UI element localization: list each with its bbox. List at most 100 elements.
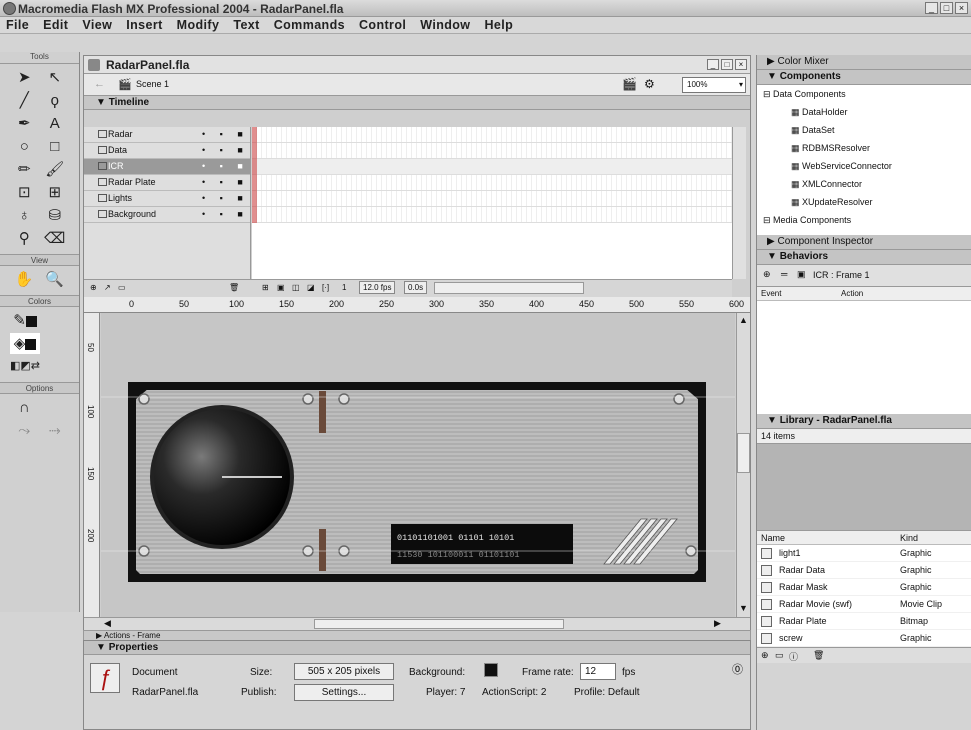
stage-hscroll[interactable]: ◀ ▶ [84,617,750,630]
library-item[interactable]: Radar Plate Bitmap [757,613,971,630]
menu-window[interactable]: Window [420,17,470,33]
frame-rate-input[interactable]: 12 [580,663,616,680]
straighten-icon[interactable]: ⤑ [41,420,70,441]
stage-area[interactable]: 01101101001 01101 10101 11530 101100011 … [101,313,735,618]
library-col-kind[interactable]: Kind [900,533,918,543]
menu-commands[interactable]: Commands [274,17,345,33]
expand-icon[interactable]: ⊟ [763,215,773,225]
hand-tool-icon[interactable]: ✋ [10,269,39,290]
edit-symbols-icon[interactable]: ⚙ [644,77,655,91]
expand-icon[interactable]: ⊟ [763,89,773,99]
timeline-scrollbar[interactable] [732,127,746,279]
layer-row[interactable]: Background • ▪ ■ [84,207,250,223]
doc-minimize-button[interactable]: _ [707,59,719,70]
pen-tool-icon[interactable]: ✒ [10,113,39,134]
center-frame-icon[interactable]: ⊞ [262,283,269,292]
properties-icon[interactable]: ⓘ [789,650,798,663]
pencil-tool-icon[interactable]: ✏ [10,159,39,180]
frame-grid[interactable] [252,127,732,279]
layer-visibility-lock[interactable]: • ▪ ■ [202,207,249,222]
layer-visibility-lock[interactable]: • ▪ ■ [202,127,249,142]
menu-insert[interactable]: Insert [126,17,162,33]
new-folder-icon[interactable]: ▭ [775,650,784,661]
subselect-tool-icon[interactable]: ↖ [41,67,70,88]
edit-scene-icon[interactable]: 🎬 [622,77,637,91]
onion-outline-icon[interactable]: ◫ [292,283,300,292]
zoom-tool-icon[interactable]: 🔍 [41,269,70,290]
playhead[interactable] [252,127,257,223]
delete-layer-icon[interactable]: 🗑 [229,283,239,292]
component-item[interactable]: ▦ WebServiceConnector [757,157,971,175]
library-header[interactable]: ▼ Library - RadarPanel.fla [757,414,971,429]
layer-visibility-lock[interactable]: • ▪ ■ [202,159,249,174]
menu-edit[interactable]: Edit [43,17,68,33]
layer-visibility-lock[interactable]: • ▪ ■ [202,191,249,206]
background-color-swatch[interactable] [484,663,498,677]
doc-close-button[interactable]: × [735,59,747,70]
component-category[interactable]: ⊟ Media Components [757,211,971,229]
library-item[interactable]: Radar Mask Graphic [757,579,971,596]
library-item[interactable]: light1 Graphic [757,545,971,562]
minimize-button[interactable]: _ [925,2,938,14]
library-item[interactable]: screw Graphic [757,630,971,647]
brush-tool-icon[interactable]: 🖌 [41,159,70,180]
edit-multiple-frames-icon[interactable]: ◪ [307,283,315,292]
component-item[interactable]: ▦ XUpdateResolver [757,193,971,211]
swap-colors-icon[interactable]: ◧◩⇄ [10,356,40,377]
component-item[interactable]: ▦ DataHolder [757,103,971,121]
properties-header[interactable]: ▼ Properties [84,641,750,655]
rectangle-tool-icon[interactable]: □ [41,136,70,157]
smooth-icon[interactable]: ⤳ [10,420,39,441]
oval-tool-icon[interactable]: ○ [10,136,39,157]
component-item[interactable]: ▦ DataSet [757,121,971,139]
components-header[interactable]: ▼ Components [757,70,971,85]
new-symbol-icon[interactable]: ⊕ [761,650,769,661]
eraser-tool-icon[interactable]: ⌫ [41,228,70,249]
arrow-tool-icon[interactable]: ➤ [10,67,39,88]
delete-icon[interactable]: 🗑 [813,650,824,661]
menu-file[interactable]: File [6,17,29,33]
menu-view[interactable]: View [82,17,112,33]
remove-behavior-icon[interactable]: ═ [781,269,787,279]
add-behavior-icon[interactable]: ⊕ [763,269,771,280]
library-item[interactable]: Radar Movie (swf) Movie Clip [757,596,971,613]
scroll-down-icon[interactable]: ▼ [739,603,748,613]
actions-panel-header[interactable]: ▶ Actions - Frame [83,630,751,640]
fill-transform-tool-icon[interactable]: ⊞ [41,182,70,203]
settings-button[interactable]: Settings... [294,684,394,701]
doc-restore-button[interactable]: □ [721,59,733,70]
onion-skin-icon[interactable]: ▣ [277,283,285,292]
insert-folder-icon[interactable]: ▭ [118,283,126,292]
layer-visibility-lock[interactable]: • ▪ ■ [202,175,249,190]
layer-row[interactable]: Data • ▪ ■ [84,143,250,159]
menu-control[interactable]: Control [359,17,406,33]
color-mixer-header[interactable]: ▶ Color Mixer [757,55,971,70]
back-arrow-icon[interactable]: ← [94,78,105,90]
size-button[interactable]: 505 x 205 pixels [294,663,394,680]
scroll-right-icon[interactable]: ▶ [714,618,721,629]
onion-markers-icon[interactable]: [·] [322,283,329,292]
layer-row[interactable]: ICR • ▪ ■ [84,159,250,175]
component-category[interactable]: ⊟ Data Components [757,85,971,103]
paint-bucket-tool-icon[interactable]: ⛁ [41,205,70,226]
close-button[interactable]: × [955,2,968,14]
eyedropper-tool-icon[interactable]: ⚲ [10,228,39,249]
free-transform-tool-icon[interactable]: ⊡ [10,182,39,203]
stroke-color-icon[interactable]: ✎ [10,310,40,331]
insert-layer-icon[interactable]: ⊕ [90,283,97,292]
lasso-tool-icon[interactable]: ϙ [41,90,70,111]
library-item[interactable]: Radar Data Graphic [757,562,971,579]
menu-modify[interactable]: Modify [177,17,220,33]
library-col-name[interactable]: Name [761,533,785,543]
line-tool-icon[interactable]: ╱ [10,90,39,111]
component-item[interactable]: ▦ RDBMSResolver [757,139,971,157]
maximize-button[interactable]: □ [940,2,953,14]
component-item[interactable]: ▦ XMLConnector [757,175,971,193]
layer-row[interactable]: Radar Plate • ▪ ■ [84,175,250,191]
timeline-header[interactable]: ▼ Timeline [84,96,750,110]
snap-magnet-icon[interactable]: ∩ [10,397,39,418]
scroll-up-icon[interactable]: ▲ [739,315,748,325]
behaviors-header[interactable]: ▼ Behaviors [757,250,971,265]
layer-row[interactable]: Lights • ▪ ■ [84,191,250,207]
stage-vscroll[interactable]: ▲ ▼ [736,313,750,618]
